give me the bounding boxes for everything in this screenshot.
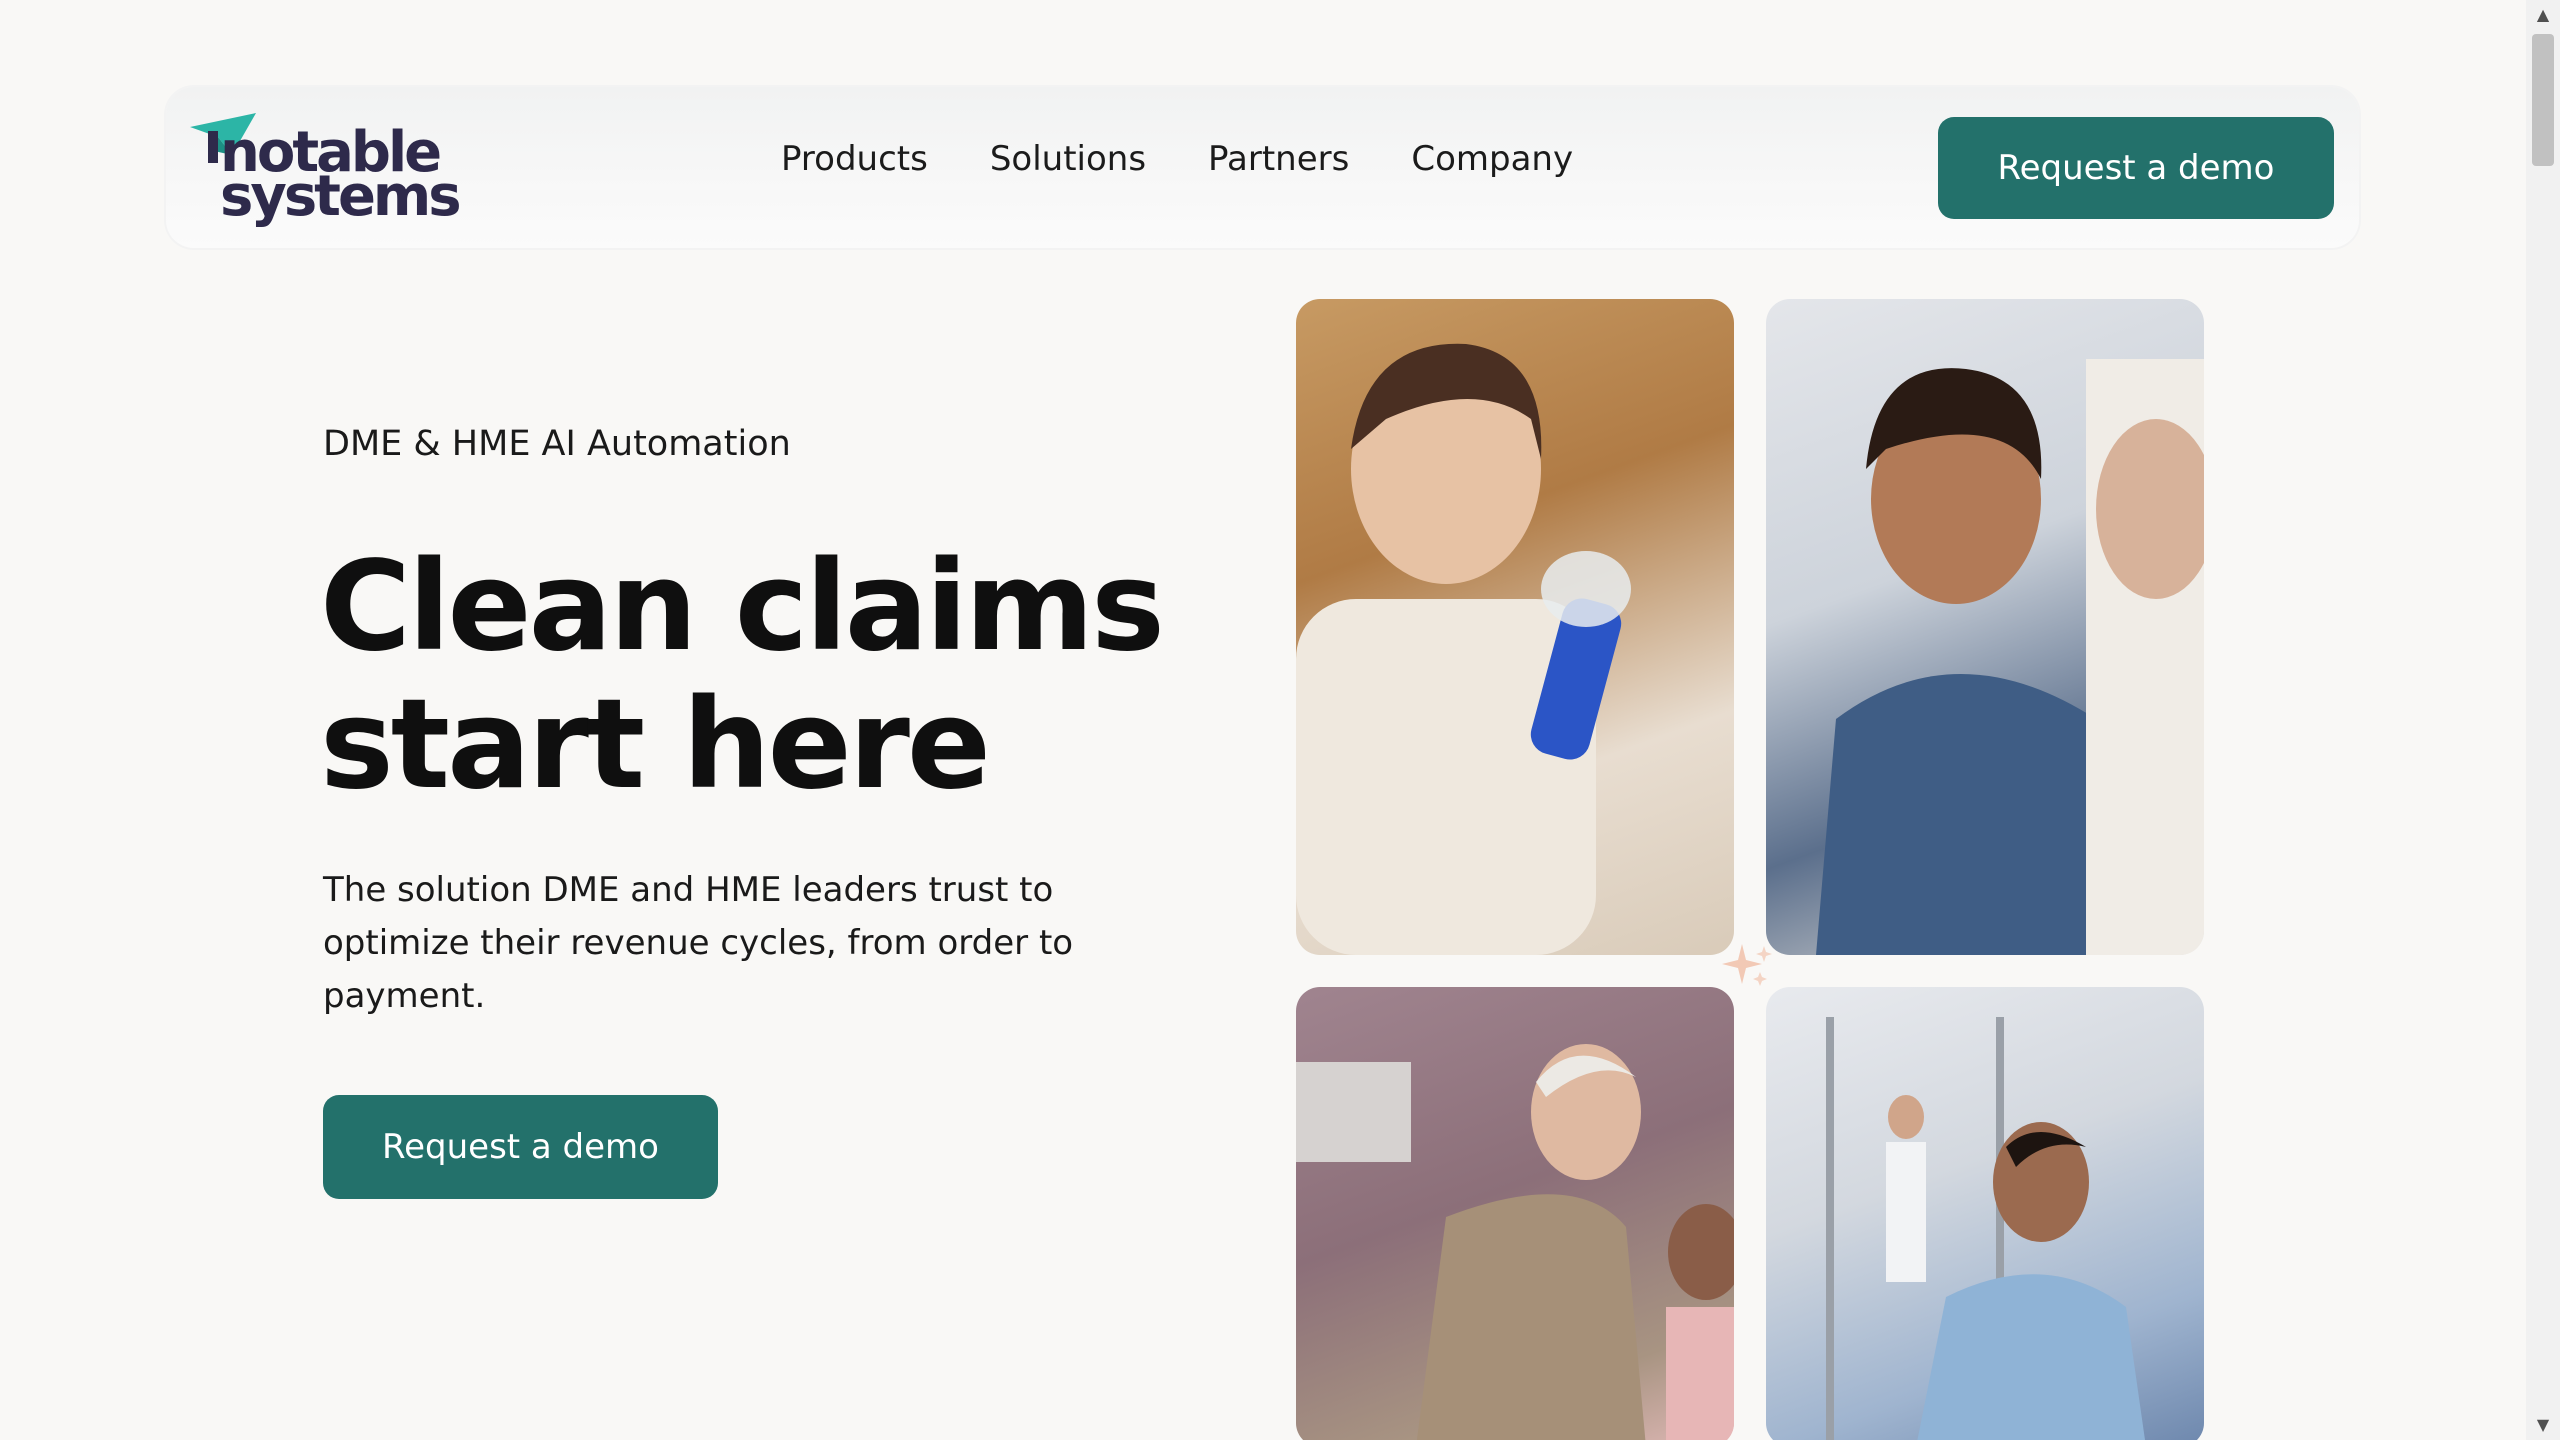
- photo-medical-staff-office: [1766, 987, 2204, 1440]
- hero-subtext: The solution DME and HME leaders trust t…: [323, 870, 1074, 1016]
- nav-item-products[interactable]: Products: [781, 139, 928, 179]
- nav-item-solutions[interactable]: Solutions: [990, 139, 1146, 179]
- page-scrollbar[interactable]: ▲ ▼: [2526, 0, 2560, 1440]
- nav-item-partners[interactable]: Partners: [1208, 139, 1349, 179]
- logo-word-systems: systems: [220, 164, 462, 229]
- hero-headline: Clean claims start here: [320, 538, 1220, 814]
- header-request-demo-button[interactable]: Request a demo: [1938, 117, 2334, 219]
- scroll-up-arrow-icon[interactable]: ▲: [2526, 0, 2560, 30]
- site-header: notable systems Products Solutions Partn…: [166, 87, 2359, 248]
- notable-systems-logo[interactable]: notable systems: [188, 107, 462, 232]
- page: notable systems Products Solutions Partn…: [0, 0, 2526, 1440]
- nav-item-company[interactable]: Company: [1411, 139, 1573, 179]
- photo-woman-with-nebulizer: [1296, 299, 1734, 955]
- photo-elderly-man-with-caregiver: [1296, 987, 1734, 1440]
- scrollbar-thumb[interactable]: [2532, 34, 2554, 166]
- hero-headline-line-2: start here: [320, 673, 991, 817]
- hero-eyebrow: DME & HME AI Automation: [323, 424, 791, 464]
- sparkle-icon: [1722, 944, 1772, 986]
- main-nav: Products Solutions Partners Company: [781, 139, 1573, 179]
- hero-headline-line-1: Clean claims: [320, 535, 1165, 679]
- hero-request-demo-button[interactable]: Request a demo: [323, 1095, 718, 1199]
- photo-nurse-smiling: [1766, 299, 2204, 955]
- scroll-down-arrow-icon[interactable]: ▼: [2526, 1410, 2560, 1440]
